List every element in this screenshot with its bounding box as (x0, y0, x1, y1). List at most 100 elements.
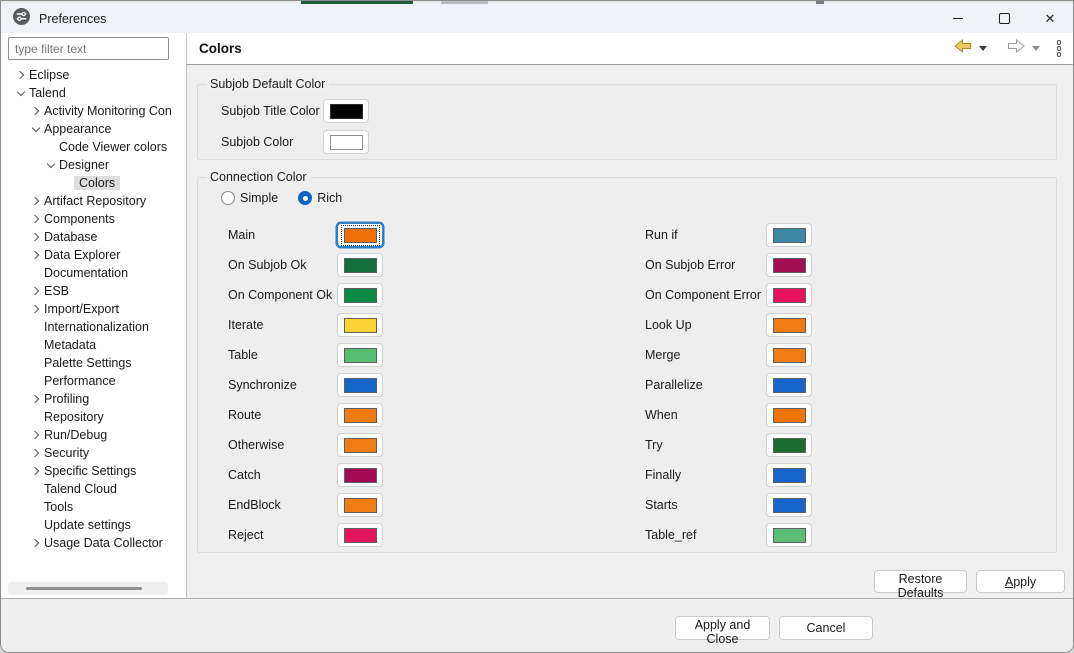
tree-item-specific-settings[interactable]: Specific Settings (1, 462, 185, 480)
chevron-right-icon[interactable] (30, 466, 40, 476)
color-chip (343, 287, 377, 303)
color-swatch-button[interactable] (337, 433, 383, 457)
forward-dropdown-icon[interactable] (1031, 46, 1040, 51)
tree-item-components[interactable]: Components (1, 210, 185, 228)
tree-item-data-explorer[interactable]: Data Explorer (1, 246, 185, 264)
color-swatch-button[interactable] (766, 433, 812, 457)
chevron-right-icon[interactable] (30, 448, 40, 458)
color-row-run-if: Run if (645, 223, 812, 247)
forward-arrow-icon[interactable] (1007, 38, 1025, 58)
restore-defaults-button[interactable]: Restore Defaults (874, 570, 967, 600)
color-swatch-button[interactable] (337, 283, 383, 307)
chevron-right-icon[interactable] (30, 286, 40, 296)
tree-item-designer[interactable]: Designer (1, 156, 185, 174)
chevron-right-icon[interactable] (30, 250, 40, 260)
tree-item-talend[interactable]: Talend (1, 84, 185, 102)
apply-button[interactable]: Apply (976, 570, 1065, 593)
tree-item-colors[interactable]: Colors (1, 174, 185, 192)
color-row-main: Main (228, 223, 383, 247)
tree-item-performance[interactable]: Performance (1, 372, 185, 390)
minimize-button[interactable] (935, 4, 981, 33)
chevron-down-icon[interactable] (46, 159, 56, 168)
tree-item-talend-cloud[interactable]: Talend Cloud (1, 480, 185, 498)
color-swatch-button[interactable] (337, 463, 383, 487)
connection-style-radios: Simple Rich (221, 191, 342, 205)
color-swatch-button[interactable] (766, 523, 812, 547)
color-swatch-button[interactable] (337, 343, 383, 367)
scrollbar-thumb[interactable] (26, 587, 142, 590)
tree-item-profiling[interactable]: Profiling (1, 390, 185, 408)
tree-item-security[interactable]: Security (1, 444, 185, 462)
chevron-down-icon[interactable] (16, 87, 26, 96)
tree-item-documentation[interactable]: Documentation (1, 264, 185, 282)
color-swatch-button[interactable] (766, 223, 812, 247)
close-button[interactable]: ✕ (1027, 4, 1073, 33)
color-swatch-button[interactable] (766, 373, 812, 397)
chevron-right-icon[interactable] (30, 304, 40, 314)
color-swatch-button[interactable] (337, 253, 383, 277)
radio-simple[interactable]: Simple (221, 191, 278, 205)
tree-item-activity-monitoring-con[interactable]: Activity Monitoring Con (1, 102, 185, 120)
tree-item-artifact-repository[interactable]: Artifact Repository (1, 192, 185, 210)
apply-and-close-button[interactable]: Apply and Close (675, 616, 770, 646)
color-swatch-button[interactable] (766, 253, 812, 277)
tree-item-internationalization[interactable]: Internationalization (1, 318, 185, 336)
tree-item-update-settings[interactable]: Update settings (1, 516, 185, 534)
back-arrow-icon[interactable] (953, 38, 972, 58)
chevron-down-icon[interactable] (31, 123, 41, 132)
tree-item-esb[interactable]: ESB (1, 282, 185, 300)
color-swatch-button[interactable] (337, 313, 383, 337)
tree-item-label: Data Explorer (44, 248, 121, 262)
tree-item-label: Internationalization (44, 320, 149, 334)
color-swatch-button[interactable] (766, 313, 812, 337)
chevron-right-icon[interactable] (30, 196, 40, 206)
filter-input[interactable] (8, 37, 169, 60)
tree-item-repository[interactable]: Repository (1, 408, 185, 426)
color-swatch-button[interactable] (766, 283, 812, 307)
view-menu-icon[interactable] (1056, 40, 1061, 57)
tree-item-appearance[interactable]: Appearance (1, 120, 185, 138)
chevron-right-icon[interactable] (30, 232, 40, 242)
color-swatch-button[interactable] (766, 343, 812, 367)
color-chip (343, 347, 377, 363)
color-row-label: Run if (645, 228, 678, 242)
tree-item-database[interactable]: Database (1, 228, 185, 246)
color-row-label: Try (645, 438, 663, 452)
color-row-route: Route (228, 403, 383, 427)
chevron-right-icon[interactable] (30, 214, 40, 224)
color-swatch-button[interactable] (766, 463, 812, 487)
color-swatch-button[interactable] (337, 223, 383, 247)
color-swatch-button[interactable] (337, 523, 383, 547)
maximize-button[interactable] (981, 4, 1027, 33)
sidebar-horizontal-scrollbar[interactable] (8, 582, 168, 595)
tree-item-import-export[interactable]: Import/Export (1, 300, 185, 318)
color-swatch-button[interactable] (337, 403, 383, 427)
tree-item-run-debug[interactable]: Run/Debug (1, 426, 185, 444)
radio-rich[interactable]: Rich (298, 191, 342, 205)
tree-item-usage-data-collector[interactable]: Usage Data Collector (1, 534, 185, 552)
color-swatch-button[interactable] (766, 403, 812, 427)
color-swatch-button[interactable] (766, 493, 812, 517)
tree-item-metadata[interactable]: Metadata (1, 336, 185, 354)
tree-item-palette-settings[interactable]: Palette Settings (1, 354, 185, 372)
color-row-reject: Reject (228, 523, 383, 547)
tree-item-label: Specific Settings (44, 464, 137, 478)
chevron-right-icon[interactable] (30, 394, 40, 404)
chevron-right-icon[interactable] (30, 106, 40, 116)
preferences-window: Preferences ✕ Eclipse Talend Activity Mo… (0, 0, 1074, 653)
tree-item-label: Artifact Repository (44, 194, 147, 208)
color-swatch-button[interactable] (323, 99, 369, 123)
color-swatch-button[interactable] (323, 130, 369, 154)
color-row-label: When (645, 408, 678, 422)
tree-item-code-viewer-colors[interactable]: Code Viewer colors (1, 138, 185, 156)
tree-item-eclipse[interactable]: Eclipse (1, 66, 185, 84)
tree-item-tools[interactable]: Tools (1, 498, 185, 516)
chevron-right-icon[interactable] (30, 430, 40, 440)
cancel-button[interactable]: Cancel (779, 616, 873, 640)
color-swatch-button[interactable] (337, 493, 383, 517)
back-dropdown-icon[interactable] (978, 46, 987, 51)
color-swatch-button[interactable] (337, 373, 383, 397)
chevron-right-icon[interactable] (15, 70, 25, 80)
tree-item-label: Code Viewer colors (59, 140, 168, 154)
chevron-right-icon[interactable] (30, 538, 40, 548)
